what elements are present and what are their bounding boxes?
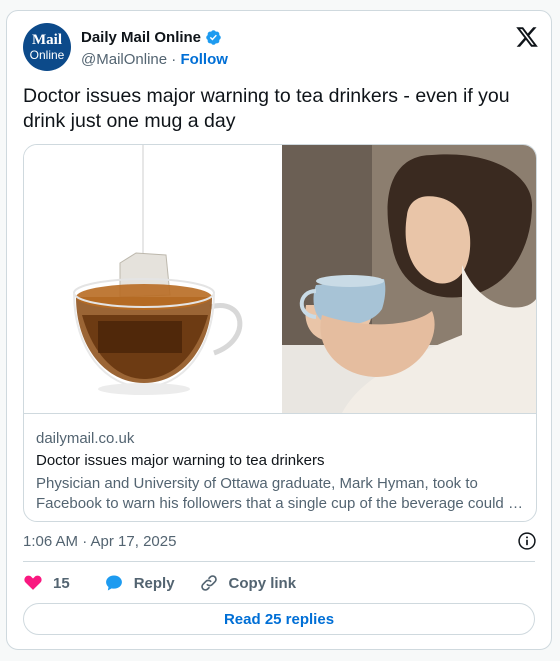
reply-button[interactable]: Reply	[104, 573, 175, 593]
handle-separator: ·	[171, 51, 177, 68]
verified-badge-icon	[206, 30, 221, 45]
like-count: 15	[53, 574, 70, 592]
tweet-text: Doctor issues major warning to tea drink…	[23, 85, 510, 132]
link-domain: dailymail.co.uk	[36, 430, 135, 447]
link-icon	[200, 575, 217, 591]
avatar-text-line2: Online	[29, 48, 65, 62]
link-description: Physician and University of Ottawa gradu…	[36, 474, 526, 514]
info-icon[interactable]	[517, 531, 537, 551]
tea-cup-image	[24, 145, 282, 413]
avatar-text-line1: Mail	[32, 32, 62, 48]
tweet-actions: 15 Reply Copy link	[23, 571, 296, 595]
follow-button[interactable]: Follow	[180, 51, 228, 68]
divider	[23, 561, 535, 562]
read-replies-button[interactable]: Read 25 replies	[23, 603, 535, 635]
copy-link-label: Copy link	[228, 574, 297, 592]
x-logo-icon[interactable]	[515, 25, 539, 49]
reply-bubble-icon	[105, 575, 122, 591]
author-handle[interactable]: @MailOnline	[81, 51, 167, 68]
reply-label: Reply	[133, 574, 175, 592]
avatar[interactable]: Mail Online	[23, 23, 71, 71]
link-preview-card[interactable]: dailymail.co.uk Doctor issues major warn…	[23, 144, 537, 522]
author-handle-row: @MailOnline · Follow	[81, 51, 228, 68]
link-description-line: Physician and University of Ottawa gradu…	[36, 475, 478, 492]
like-button[interactable]: 15	[23, 573, 70, 593]
tweet-timestamp[interactable]: 1:06 AM · Apr 17, 2025	[23, 533, 176, 550]
link-description-line: Facebook to warn his followers that a si…	[36, 495, 523, 512]
heart-icon	[24, 575, 42, 590]
author-name-row[interactable]: Daily Mail Online	[81, 29, 222, 46]
author-name[interactable]: Daily Mail Online	[81, 29, 201, 46]
link-title[interactable]: Doctor issues major warning to tea drink…	[36, 452, 324, 469]
tweet-card: Mail Online Daily Mail Online @MailOnlin…	[6, 10, 552, 650]
link-preview-info[interactable]: dailymail.co.uk Doctor issues major warn…	[24, 413, 536, 521]
woman-with-mug-image	[282, 145, 536, 413]
copy-link-button[interactable]: Copy link	[199, 573, 297, 593]
